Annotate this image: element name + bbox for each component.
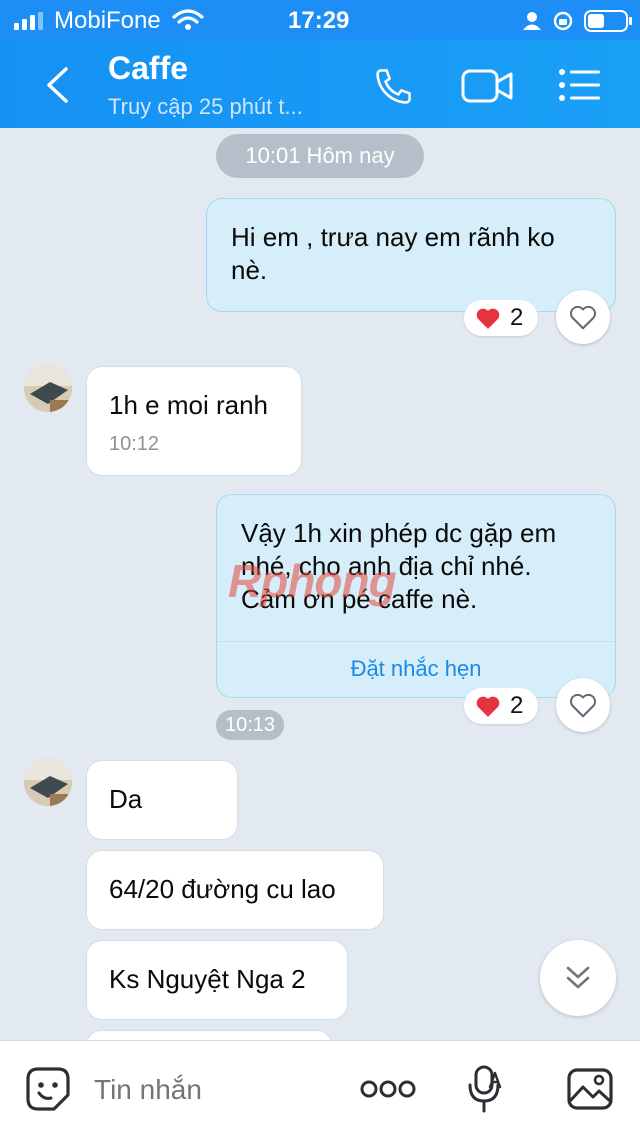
heart-outline-icon bbox=[570, 693, 596, 718]
status-time: 17:29 bbox=[288, 7, 350, 34]
reaction-badge[interactable]: 2 bbox=[464, 300, 538, 336]
video-call-icon[interactable] bbox=[460, 66, 514, 106]
double-chevron-down-icon bbox=[566, 966, 590, 989]
carrier-name: MobiFone bbox=[54, 7, 161, 34]
message-input[interactable] bbox=[92, 1067, 336, 1113]
incoming-message[interactable]: 1h e moi ranh 10:12 bbox=[86, 366, 302, 476]
person-icon bbox=[523, 12, 541, 30]
back-arrow-icon[interactable] bbox=[44, 66, 70, 104]
heart-reaction-icon bbox=[476, 696, 500, 717]
message-text: 1h e moi ranh bbox=[109, 390, 268, 420]
message-composer bbox=[0, 1040, 640, 1137]
message-text: Ks Nguyệt Nga 2 bbox=[109, 964, 306, 994]
date-divider: 10:01 Hôm nay bbox=[216, 134, 424, 178]
status-bar: MobiFone 17:29 bbox=[0, 0, 640, 40]
reaction-count: 2 bbox=[510, 304, 524, 331]
signal-icon bbox=[14, 12, 43, 30]
battery-icon bbox=[584, 10, 632, 32]
avatar[interactable] bbox=[24, 758, 72, 806]
chat-title[interactable]: Caffe bbox=[108, 50, 188, 87]
orientation-lock-icon bbox=[553, 11, 573, 31]
avatar-image bbox=[24, 758, 72, 806]
set-reminder-link[interactable]: Đặt nhắc hẹn bbox=[217, 655, 615, 683]
reaction-badge[interactable]: 2 bbox=[464, 688, 538, 724]
chat-header: Caffe Truy cập 25 phút t... bbox=[0, 40, 640, 128]
avatar[interactable] bbox=[24, 364, 72, 412]
incoming-message[interactable]: 64/20 đường cu lao bbox=[86, 850, 384, 930]
sticker-icon[interactable] bbox=[24, 1065, 72, 1113]
message-time-badge: 10:13 bbox=[216, 710, 284, 740]
message-text: 64/20 đường cu lao bbox=[109, 874, 336, 904]
reaction-count: 2 bbox=[510, 692, 524, 719]
phone-icon[interactable] bbox=[372, 64, 416, 108]
more-options-icon[interactable] bbox=[360, 1079, 416, 1099]
avatar-image bbox=[24, 364, 72, 412]
message-text: Da bbox=[109, 784, 143, 814]
heart-outline-icon bbox=[570, 305, 596, 330]
watermark-logo: Rphong bbox=[228, 555, 397, 607]
voice-to-text-icon[interactable] bbox=[466, 1063, 506, 1115]
incoming-message[interactable]: Ks Nguyệt Nga 2 bbox=[86, 940, 348, 1020]
scroll-to-bottom-button[interactable] bbox=[540, 940, 616, 1016]
wifi-icon bbox=[172, 9, 204, 30]
outgoing-message[interactable]: Hi em , trưa nay em rãnh ko nè. bbox=[206, 198, 616, 312]
heart-reaction-icon bbox=[476, 308, 500, 329]
like-button[interactable] bbox=[556, 678, 610, 732]
like-button[interactable] bbox=[556, 290, 610, 344]
image-gallery-icon[interactable] bbox=[566, 1065, 614, 1113]
menu-list-icon[interactable] bbox=[558, 68, 602, 102]
message-text: Hi em , trưa nay em rãnh ko nè. bbox=[231, 222, 555, 285]
last-active-status: Truy cập 25 phút t... bbox=[108, 94, 303, 119]
incoming-message[interactable]: Da bbox=[86, 760, 238, 840]
message-time: 10:12 bbox=[109, 433, 160, 455]
